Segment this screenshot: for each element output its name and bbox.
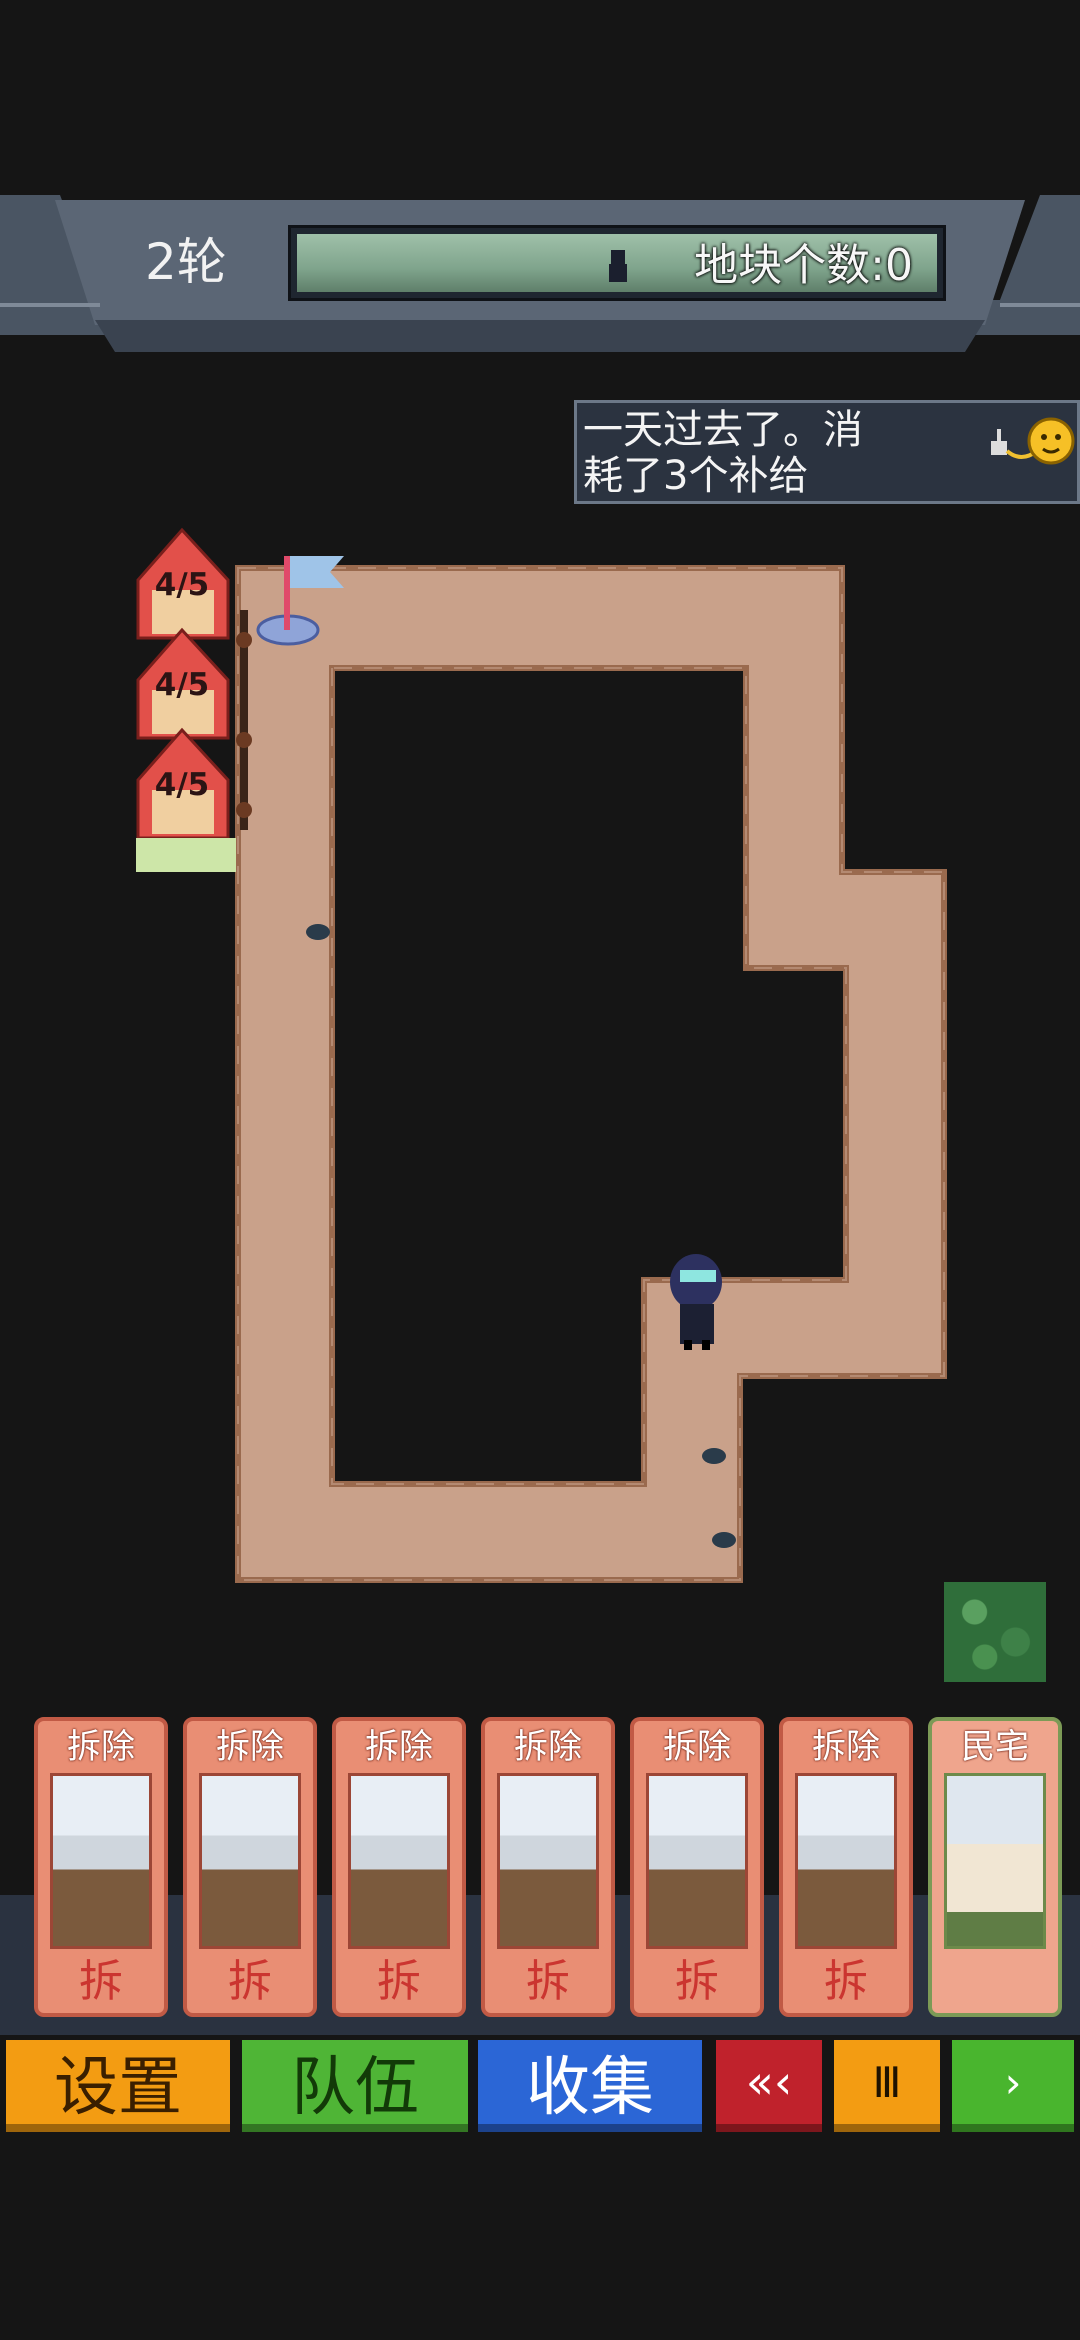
card-title: 拆除 bbox=[365, 1727, 433, 1767]
forest-tile[interactable] bbox=[944, 1582, 1046, 1682]
card-glyph: 拆 bbox=[526, 1956, 570, 2007]
message-line-2: 耗了3个补给 bbox=[583, 453, 809, 499]
house-counter: 4/5 bbox=[154, 667, 210, 703]
card-glyph: 拆 bbox=[79, 1956, 123, 2007]
card-title: 拆除 bbox=[67, 1727, 135, 1767]
card-glyph: 拆 bbox=[228, 1956, 272, 2007]
card-house[interactable]: 民宅 bbox=[928, 1717, 1062, 2017]
retreat-button[interactable]: «‹ bbox=[716, 2040, 822, 2132]
card-demolish[interactable]: 拆除 拆 bbox=[630, 1717, 764, 2017]
card-picture bbox=[646, 1773, 748, 1949]
pause-button[interactable]: Ⅲ bbox=[834, 2040, 940, 2132]
card-picture bbox=[50, 1773, 152, 1949]
message-line-1: 一天过去了。消 bbox=[583, 407, 863, 453]
enemy-spider-icon bbox=[306, 924, 330, 940]
card-demolish[interactable]: 拆除 拆 bbox=[34, 1717, 168, 2017]
progress-track: 地块个数:0 bbox=[297, 234, 937, 292]
collect-button[interactable]: 收集 bbox=[478, 2040, 702, 2132]
card-picture bbox=[944, 1773, 1046, 1949]
tile-progress-bar: 地块个数:0 bbox=[288, 225, 946, 301]
enemy-spider-icon bbox=[702, 1448, 726, 1464]
card-picture bbox=[795, 1773, 897, 1949]
team-button[interactable]: 队伍 bbox=[242, 2040, 468, 2132]
card-picture bbox=[199, 1773, 301, 1949]
card-demolish[interactable]: 拆除 拆 bbox=[183, 1717, 317, 2017]
card-title: 拆除 bbox=[216, 1727, 284, 1767]
card-title: 拆除 bbox=[663, 1727, 731, 1767]
settings-button[interactable]: 设置 bbox=[6, 2040, 230, 2132]
loop-path bbox=[235, 565, 947, 1583]
card-picture bbox=[497, 1773, 599, 1949]
progress-label: 地块个数:0 bbox=[694, 240, 913, 291]
message-box: 一天过去了。消 耗了3个补给 bbox=[574, 400, 1080, 504]
card-demolish[interactable]: 拆除 拆 bbox=[481, 1717, 615, 2017]
card-glyph: 拆 bbox=[675, 1956, 719, 2007]
card-glyph bbox=[932, 1945, 1058, 2005]
card-title: 民宅 bbox=[961, 1727, 1029, 1767]
card-picture bbox=[348, 1773, 450, 1949]
hero-marker-icon bbox=[609, 250, 627, 282]
card-title: 拆除 bbox=[514, 1727, 582, 1767]
card-title: 拆除 bbox=[812, 1727, 880, 1767]
card-glyph: 拆 bbox=[377, 1956, 421, 2007]
round-label: 2轮 bbox=[145, 233, 227, 291]
house-counter: 4/5 bbox=[154, 567, 210, 603]
supply-face-icon bbox=[991, 417, 1075, 465]
house-counter: 4/5 bbox=[154, 767, 210, 803]
card-demolish[interactable]: 拆除 拆 bbox=[332, 1717, 466, 2017]
play-button[interactable]: › bbox=[952, 2040, 1074, 2132]
house-yard bbox=[136, 838, 236, 872]
card-glyph: 拆 bbox=[824, 1956, 868, 2007]
card-demolish[interactable]: 拆除 拆 bbox=[779, 1717, 913, 2017]
enemy-spider-icon bbox=[712, 1532, 736, 1548]
message-text: 一天过去了。消 耗了3个补给 bbox=[583, 407, 913, 499]
